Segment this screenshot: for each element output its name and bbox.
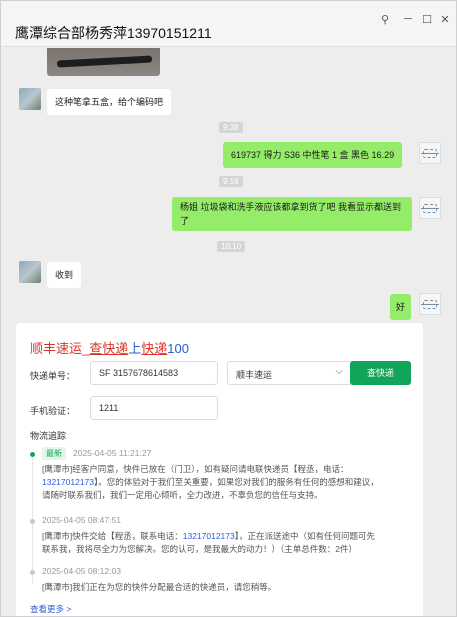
event-description: [鹰潭市]快件交给【程丞，联系电话：13217012173】，正在派送途中（如有… bbox=[42, 531, 376, 554]
timeline-dot-latest bbox=[30, 452, 35, 457]
message-timestamp: 9:38 bbox=[219, 122, 243, 133]
query-express-button[interactable]: 查快递 bbox=[350, 361, 411, 385]
maximize-icon[interactable]: ☐ bbox=[420, 13, 434, 26]
event-time: 2025-04-05 11:21:27 bbox=[73, 448, 152, 458]
message-list[interactable]: 这种笔拿五盒，给个编码吧 9:38 619737 得力 S36 中性笔 1 盒 … bbox=[1, 48, 456, 616]
timeline-dot bbox=[30, 570, 35, 575]
message-bubble-outgoing[interactable]: 杨姐 垃圾袋和洗手液应该都拿到货了吧 我看显示都送到 了 bbox=[172, 197, 412, 231]
pen-image bbox=[56, 55, 153, 68]
phone-verify-label: 手机验证： bbox=[30, 406, 76, 416]
close-icon[interactable]: ✕ bbox=[438, 13, 452, 26]
tracking-number-label: 快递单号： bbox=[30, 371, 76, 381]
event-description: [鹰潭市]我们正在为您的快件分配最合适的快递员，请您稍等。 bbox=[42, 582, 277, 592]
phone-verify-input[interactable]: 1211 bbox=[90, 396, 218, 420]
chat-window: 鹰潭综合部杨秀萍13970151211 ⚲ ─ ☐ ✕ 这种笔拿五盒，给个编码吧… bbox=[0, 0, 457, 617]
minimize-icon[interactable]: ─ bbox=[401, 13, 415, 25]
courier-phone-link[interactable]: 13217012173 bbox=[183, 531, 235, 541]
contact-avatar[interactable] bbox=[19, 261, 41, 283]
event-description: [鹰潭市]经客户同意，快件已放在（门卫），如有疑问请电联快递员【程丞，电话： 1… bbox=[42, 464, 379, 500]
message-bubble-incoming[interactable]: 这种笔拿五盒，给个编码吧 bbox=[47, 89, 172, 115]
message-bubble-outgoing[interactable]: 619737 得力 S36 中性笔 1 盒 黑色 16.29 bbox=[223, 142, 403, 168]
chevron-down-icon: ⌵ bbox=[335, 366, 343, 377]
chat-title: 鹰潭综合部杨秀萍13970151211 bbox=[15, 25, 212, 41]
pen-photo-message[interactable] bbox=[47, 48, 160, 76]
latest-badge: 最新 bbox=[42, 447, 66, 460]
message-bubble-incoming[interactable]: 收到 bbox=[47, 262, 82, 288]
timeline-dot bbox=[30, 519, 35, 524]
carrier-select[interactable]: 顺丰速运 ⌵ bbox=[227, 361, 352, 385]
my-avatar[interactable] bbox=[419, 197, 441, 219]
logistics-title: 物流追踪 bbox=[30, 431, 67, 441]
express-tracking-card: 顺丰速运_查快递上快递100 快递单号： SF 3157678614583 顺丰… bbox=[16, 323, 423, 616]
event-time: 2025-04-05 08:47:51 bbox=[42, 515, 121, 525]
title-bar: 鹰潭综合部杨秀萍13970151211 ⚲ ─ ☐ ✕ bbox=[1, 1, 456, 47]
message-timestamp: 10:10 bbox=[217, 241, 246, 252]
view-more-link[interactable]: 查看更多 > bbox=[30, 603, 71, 615]
message-bubble-outgoing[interactable]: 好 bbox=[390, 294, 412, 320]
pin-icon[interactable]: ⚲ bbox=[378, 13, 392, 26]
message-timestamp: 9:18 bbox=[219, 176, 243, 187]
contact-avatar[interactable] bbox=[19, 88, 41, 110]
event-time: 2025-04-05 08:12:03 bbox=[42, 566, 121, 576]
my-avatar[interactable] bbox=[419, 293, 441, 315]
tracking-number-input[interactable]: SF 3157678614583 bbox=[90, 361, 218, 385]
courier-phone-link[interactable]: 13217012173 bbox=[42, 477, 94, 487]
card-title: 顺丰速运_查快递上快递100 bbox=[30, 341, 189, 356]
my-avatar[interactable] bbox=[419, 142, 441, 164]
